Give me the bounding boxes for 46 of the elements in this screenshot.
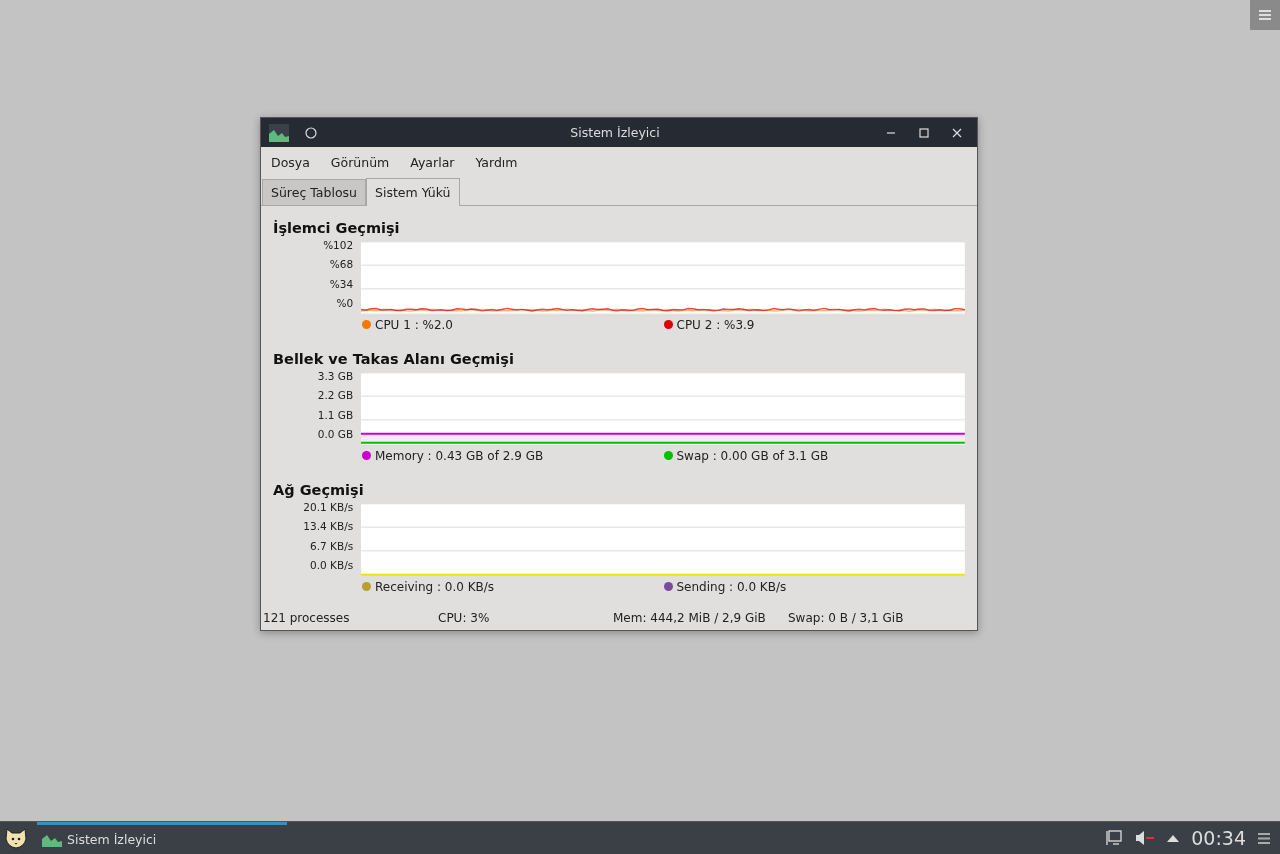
- menu-icon[interactable]: [1258, 832, 1270, 844]
- axis-label: %68: [329, 257, 354, 272]
- status-text: CPU: 3%: [438, 611, 491, 625]
- axis-label: 0.0 GB: [317, 427, 354, 441]
- axis-label: 1.1 GB: [317, 407, 354, 422]
- menu-item[interactable]: Ayarlar: [403, 154, 462, 170]
- circle-icon[interactable]: [305, 126, 317, 139]
- legend-label: Sending : 0.0 KB/s: [676, 579, 787, 594]
- triangle-up-icon[interactable]: [1167, 834, 1180, 842]
- legend-label: Memory : 0.43 GB of 2.9 GB: [375, 448, 544, 463]
- legend-label: Receiving : 0.0 KB/s: [375, 579, 495, 594]
- section-title: Ağ Geçmişi: [273, 482, 365, 500]
- section-title: İşlemci Geçmişi: [273, 220, 401, 238]
- tab[interactable]: Süreç Tablosu: [262, 179, 366, 205]
- axis-label: 2.2 GB: [317, 388, 354, 403]
- chart-icon: [269, 123, 289, 142]
- menu-button[interactable]: [1250, 0, 1280, 30]
- speaker-muted-icon[interactable]: [1135, 830, 1156, 846]
- menu-item[interactable]: Görünüm: [323, 154, 397, 170]
- clock: 00:34: [1191, 827, 1246, 849]
- axis-label: 0.0 KB/s: [310, 558, 354, 572]
- window-title: Sistem İzleyici: [569, 125, 661, 140]
- network-icon[interactable]: [1105, 829, 1124, 847]
- menu-item[interactable]: Yardım: [468, 154, 525, 170]
- maximize-icon[interactable]: [918, 126, 930, 139]
- legend-label: Swap : 0.00 GB of 3.1 GB: [676, 448, 829, 463]
- axis-label: %0: [336, 296, 354, 310]
- tab[interactable]: Sistem Yükü: [366, 178, 460, 206]
- close-icon[interactable]: [951, 126, 963, 139]
- status-text: Mem: 444,2 MiB / 2,9 GiB: [613, 611, 767, 625]
- section-title: Bellek ve Takas Alanı Geçmişi: [273, 351, 515, 369]
- menu-item[interactable]: Dosya: [264, 154, 317, 170]
- cat-face-icon[interactable]: [4, 827, 28, 849]
- status-text: Swap: 0 B / 3,1 GiB: [788, 611, 905, 625]
- axis-label: 13.4 KB/s: [303, 519, 354, 534]
- legend-label: CPU 1 : %2.0: [375, 317, 453, 332]
- axis-label: 6.7 KB/s: [310, 538, 354, 553]
- axis-label: %34: [329, 276, 354, 291]
- axis-label: 20.1 KB/s: [303, 500, 354, 514]
- status-text: 121 processes: [263, 611, 351, 625]
- chart-icon: [42, 832, 62, 847]
- axis-label: %102: [323, 238, 354, 252]
- taskbar-item[interactable]: Sistem İzleyici: [37, 822, 287, 854]
- menu-icon: [1259, 10, 1271, 20]
- legend-label: CPU 2 : %3.9: [676, 317, 755, 332]
- axis-label: 3.3 GB: [317, 369, 354, 383]
